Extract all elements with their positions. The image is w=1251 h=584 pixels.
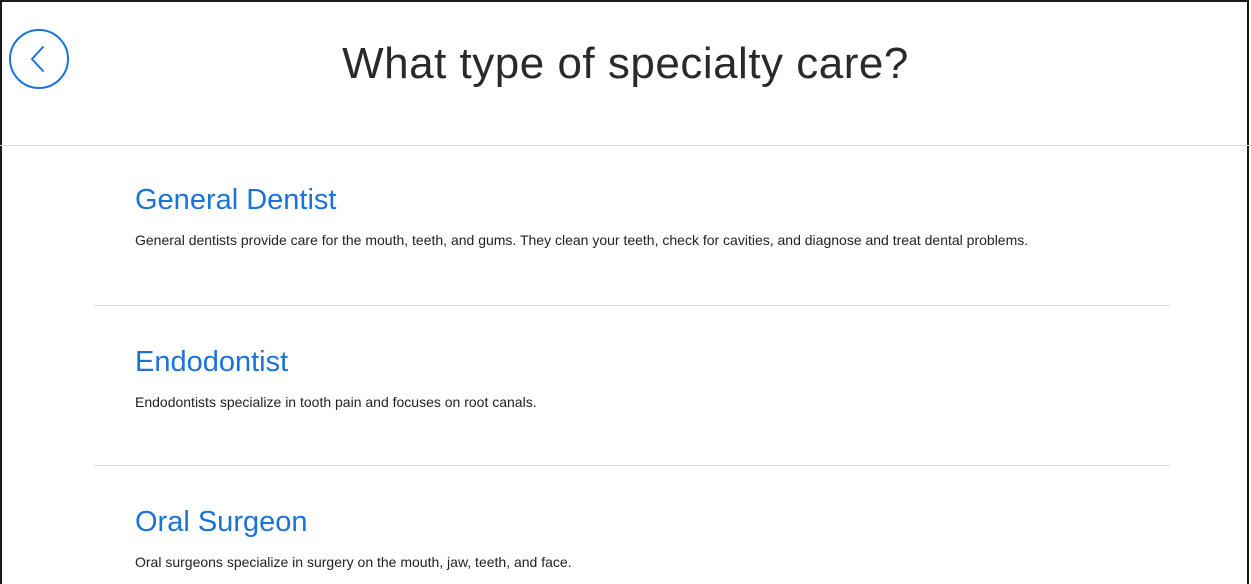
list-item-description: Oral surgeons specialize in surgery on t…	[135, 554, 572, 570]
list-item-description: Endodontists specialize in tooth pain an…	[135, 394, 537, 410]
list-item-title[interactable]: Oral Surgeon	[135, 466, 1170, 540]
specialty-list: General Dentist General dentists provide…	[0, 146, 1251, 584]
list-item-title[interactable]: Endodontist	[135, 306, 1170, 380]
list-item-endodontist[interactable]: Endodontist Endodontists specialize in t…	[94, 306, 1170, 466]
page-header: What type of specialty care?	[0, 0, 1251, 146]
list-item-general-dentist[interactable]: General Dentist General dentists provide…	[94, 146, 1170, 306]
list-item-oral-surgeon[interactable]: Oral Surgeon Oral surgeons specialize in…	[94, 466, 1170, 584]
list-item-description: General dentists provide care for the mo…	[135, 232, 1029, 248]
list-item-title[interactable]: General Dentist	[135, 146, 1170, 218]
page-title: What type of specialty care?	[342, 39, 909, 88]
